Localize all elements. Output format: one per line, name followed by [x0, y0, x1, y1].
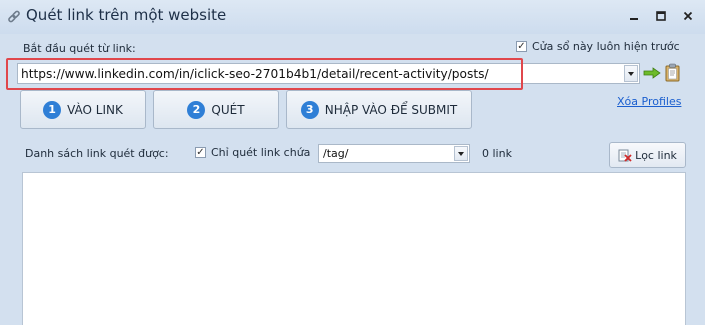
window-title: Quét link trên một website: [26, 6, 227, 24]
minimize-button[interactable]: [627, 9, 641, 23]
open-link-label: VÀO LINK: [67, 102, 123, 117]
start-url-input[interactable]: [21, 65, 616, 82]
import-submit-label: NHẬP VÀO ĐỂ SUBMIT: [324, 102, 458, 117]
scanned-links-list[interactable]: [22, 172, 686, 325]
maximize-icon: [656, 11, 666, 21]
clipboard-icon[interactable]: [665, 63, 681, 82]
chevron-down-icon: [628, 71, 634, 76]
import-submit-button[interactable]: 3 NHẬP VÀO ĐỂ SUBMIT: [286, 90, 472, 129]
maximize-button[interactable]: [654, 9, 668, 23]
filter-links-label: Lọc link: [635, 148, 677, 162]
close-icon: [683, 11, 693, 21]
close-button[interactable]: [681, 9, 695, 23]
link-icon: [8, 10, 20, 23]
filter-links-button[interactable]: Lọc link: [609, 142, 686, 168]
scan-button[interactable]: 2 QUÉT: [153, 90, 279, 129]
start-url-label: Bắt đầu quét từ link:: [23, 42, 136, 55]
chevron-down-icon: [458, 151, 464, 156]
step-3-badge: 3: [300, 100, 319, 119]
step-2-badge: 2: [187, 100, 206, 119]
scanned-links-label: Danh sách link quét được:: [25, 147, 169, 160]
link-count: 0 link: [482, 147, 512, 160]
scan-link-window: Quét link trên một website Bắt đầu quét …: [0, 0, 705, 325]
step-1-badge: 1: [43, 100, 62, 119]
minimize-icon: [630, 18, 638, 20]
open-link-button[interactable]: 1 VÀO LINK: [20, 90, 146, 129]
filter-only-checkbox[interactable]: ✓ Chỉ quét link chứa: [195, 146, 310, 159]
filter-pattern-value: /tag/: [323, 147, 349, 160]
clear-profiles-link[interactable]: Xóa Profiles: [617, 95, 681, 108]
checkmark-icon: ✓: [516, 40, 527, 52]
checkmark-icon: ✓: [195, 146, 206, 158]
title-bar: Quét link trên một website: [0, 0, 705, 34]
arrow-right-icon[interactable]: [643, 67, 661, 79]
filter-pattern-select[interactable]: /tag/: [318, 144, 470, 163]
filter-dropdown-button[interactable]: [454, 146, 468, 161]
always-on-top-label: Cửa sổ này luôn hiện trước: [532, 40, 680, 53]
scan-label: QUÉT: [211, 102, 245, 117]
filter-only-label: Chỉ quét link chứa: [211, 146, 311, 159]
url-dropdown-button[interactable]: [624, 65, 638, 82]
filter-icon: [618, 149, 632, 162]
url-combo: [17, 63, 640, 84]
always-on-top-checkbox[interactable]: ✓ Cửa sổ này luôn hiện trước: [516, 40, 680, 53]
